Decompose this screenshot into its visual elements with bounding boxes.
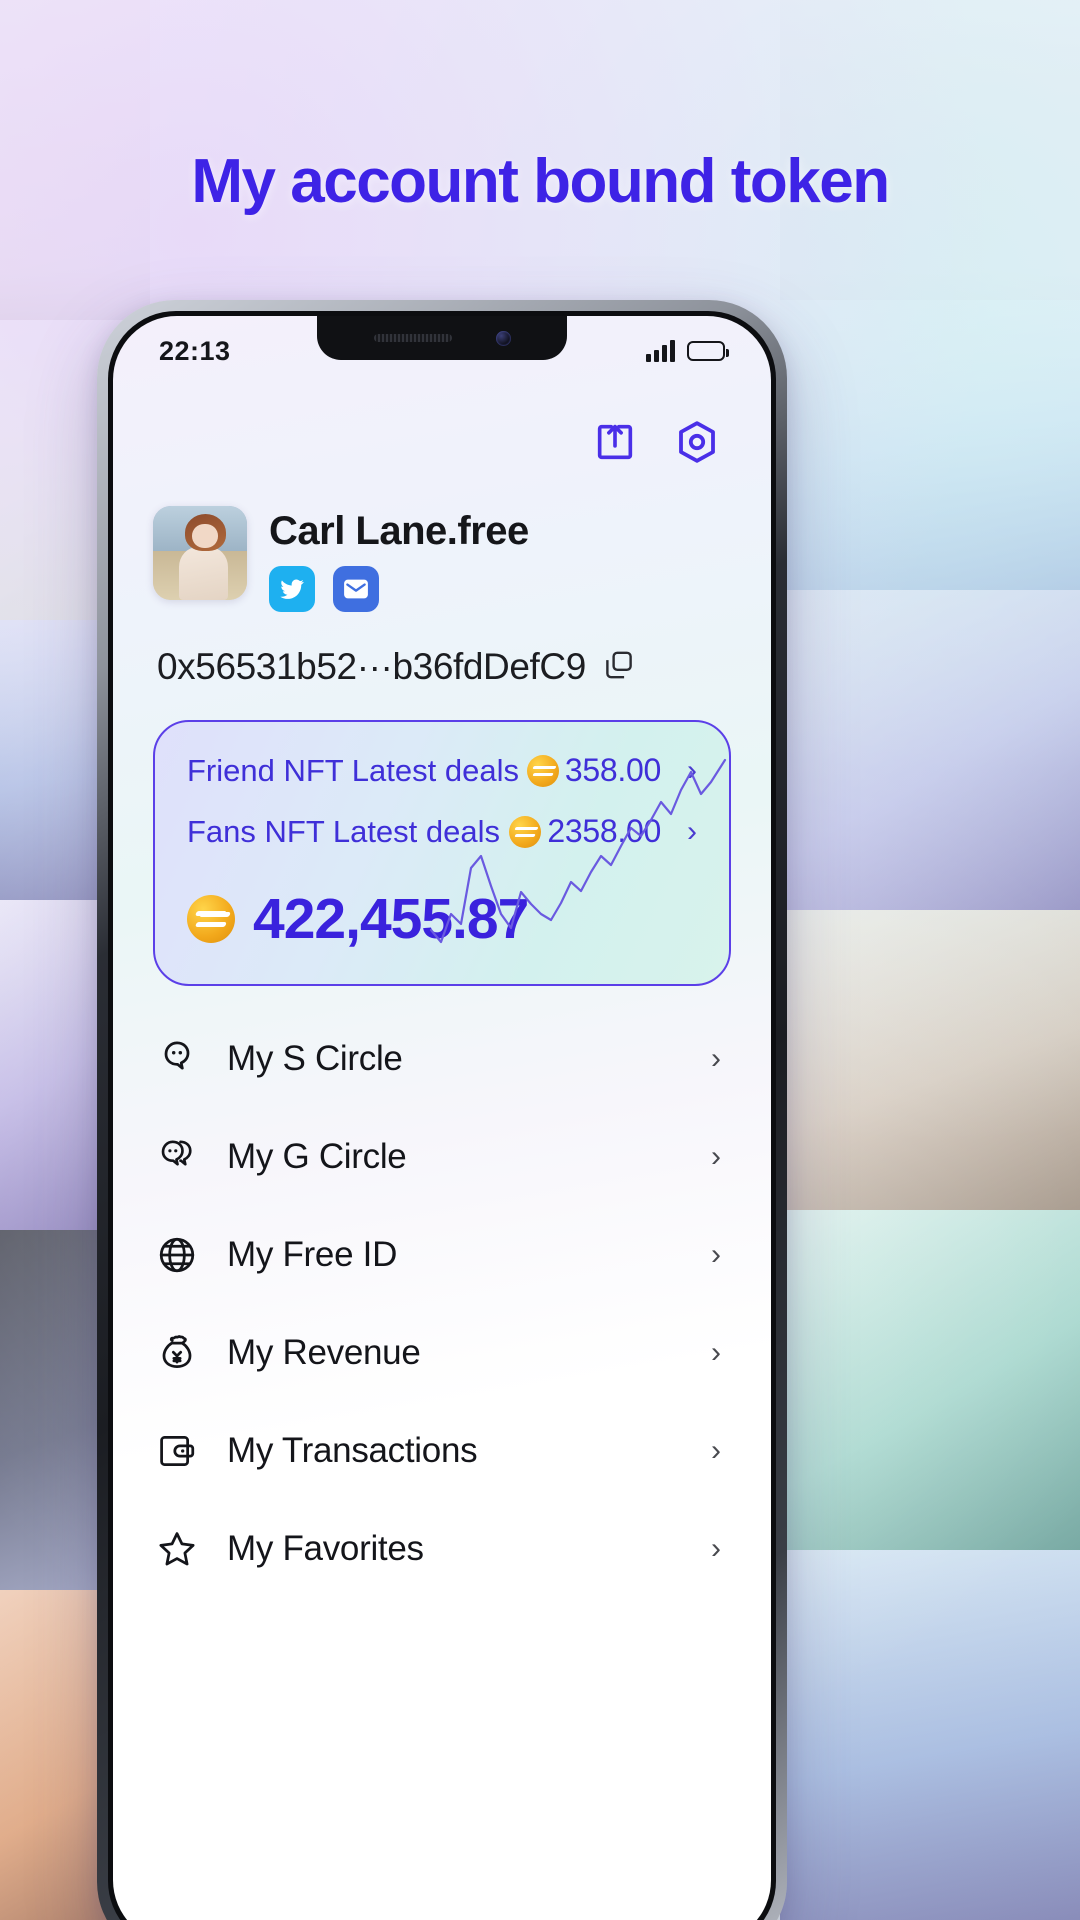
twitter-button[interactable]	[269, 566, 315, 612]
token-coin-icon	[526, 754, 559, 787]
app-content: Carl Lane.free 0x56531b52···b36fdDefC9 F…	[113, 416, 771, 1598]
chevron-right-icon: ›	[711, 1042, 721, 1075]
share-button[interactable]	[589, 416, 641, 468]
menu-item-my-revenue[interactable]: My Revenue ›	[153, 1304, 731, 1402]
status-clock: 22:13	[159, 335, 231, 366]
menu-item-my-g-circle[interactable]: My G Circle ›	[153, 1108, 731, 1206]
chevron-right-icon: ›	[711, 1434, 721, 1467]
menu-item-label: My Favorites	[227, 1529, 424, 1568]
battery-icon	[687, 341, 729, 361]
social-links	[269, 566, 529, 612]
phone-screen: 22:13 Carl Lane.free 0x56531b52···b36fdD…	[113, 316, 771, 1920]
friend-nft-row[interactable]: Friend NFT Latest deals 358.00 ›	[187, 752, 697, 789]
settings-button[interactable]	[671, 416, 723, 468]
friend-nft-label: Friend NFT Latest deals	[187, 752, 519, 788]
cellular-signal-icon	[646, 340, 675, 362]
chevron-right-icon: ›	[711, 1532, 721, 1565]
wallet-address: 0x56531b52···b36fdDefC9	[157, 646, 586, 687]
email-button[interactable]	[333, 566, 379, 612]
phone-bezel: 22:13 Carl Lane.free 0x56531b52···b36fdD…	[108, 311, 776, 1920]
status-indicators	[646, 340, 729, 362]
wallet-address-row[interactable]: 0x56531b52···b36fdDefC9	[153, 646, 731, 688]
share-export-icon	[597, 424, 633, 460]
username: Carl Lane.free	[269, 509, 529, 553]
mail-icon	[344, 579, 368, 599]
chevron-right-icon: ›	[711, 1140, 721, 1173]
hexagon-settings-icon	[679, 421, 715, 463]
copy-button[interactable]	[602, 648, 636, 687]
fans-nft-amount: 2358.00	[547, 813, 661, 849]
fans-nft-label: Fans NFT Latest deals	[187, 813, 501, 849]
menu-item-label: My S Circle	[227, 1039, 403, 1078]
fans-nft-chevron-icon[interactable]: ›	[687, 816, 697, 847]
balance-card[interactable]: Friend NFT Latest deals 358.00 › Fans NF…	[153, 720, 731, 986]
status-bar: 22:13	[113, 316, 771, 386]
top-action-bar	[153, 416, 731, 468]
avatar[interactable]	[153, 506, 247, 600]
menu-item-label: My G Circle	[227, 1137, 407, 1176]
fans-nft-value: 2358.00	[509, 813, 661, 850]
menu-list: My S Circle › My G Circle › My Free ID ›…	[153, 1010, 731, 1598]
menu-item-label: My Revenue	[227, 1333, 421, 1372]
globe-icon	[153, 1231, 201, 1279]
menu-item-my-transactions[interactable]: My Transactions ›	[153, 1402, 731, 1500]
twitter-icon	[280, 579, 304, 599]
total-balance: 422,455.87	[253, 887, 529, 951]
menu-item-my-s-circle[interactable]: My S Circle ›	[153, 1010, 731, 1108]
star-icon	[153, 1525, 201, 1573]
copy-icon	[606, 651, 632, 678]
money-bag-icon	[153, 1329, 201, 1377]
menu-item-label: My Transactions	[227, 1431, 478, 1470]
friend-nft-value: 358.00	[526, 752, 661, 789]
friend-nft-amount: 358.00	[564, 752, 661, 788]
phone-mockup: 22:13 Carl Lane.free 0x56531b52···b36fdD…	[97, 300, 787, 1920]
menu-item-my-favorites[interactable]: My Favorites ›	[153, 1500, 731, 1598]
token-coin-large-icon	[187, 895, 235, 943]
single-person-bubble-icon	[153, 1035, 201, 1083]
wallet-icon	[153, 1427, 201, 1475]
profile-section: Carl Lane.free	[153, 506, 731, 612]
menu-item-my-free-id[interactable]: My Free ID ›	[153, 1206, 731, 1304]
chevron-right-icon: ›	[711, 1336, 721, 1369]
group-person-bubble-icon	[153, 1133, 201, 1181]
total-balance-row: 422,455.87	[187, 886, 697, 952]
chevron-right-icon: ›	[711, 1238, 721, 1271]
page-title: My account bound token	[191, 147, 890, 216]
token-coin-icon	[509, 815, 542, 848]
friend-nft-chevron-icon[interactable]: ›	[687, 755, 697, 786]
fans-nft-row[interactable]: Fans NFT Latest deals 2358.00 ›	[187, 813, 697, 850]
profile-details: Carl Lane.free	[269, 506, 529, 612]
menu-item-label: My Free ID	[227, 1235, 398, 1274]
